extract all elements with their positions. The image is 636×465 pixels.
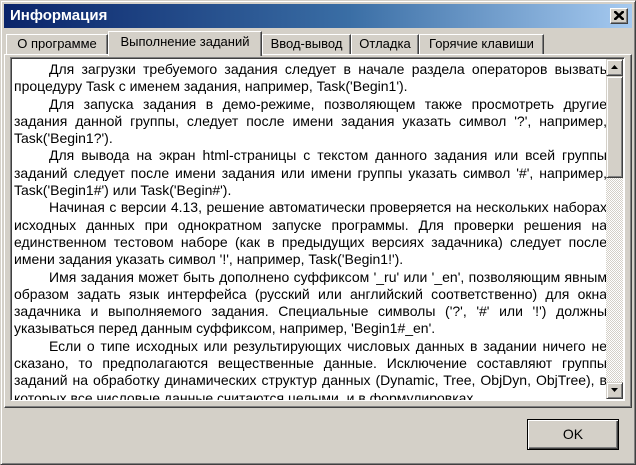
scroll-down-button[interactable] (606, 382, 623, 399)
tab-hotkeys[interactable]: Горячие клавиши (419, 34, 544, 54)
tab-panel: Для загрузки требуемого задания следует … (4, 54, 632, 408)
scroll-thumb[interactable] (606, 76, 623, 178)
vertical-scrollbar[interactable] (606, 59, 623, 399)
window-title: Информация (10, 7, 108, 24)
close-button[interactable] (610, 8, 628, 24)
help-paragraph: Начиная с версии 4.13, решение автоматич… (14, 199, 607, 268)
tab-input-output[interactable]: Ввод-вывод (262, 34, 351, 54)
help-paragraph: Если о типе исходных или результирующих … (14, 337, 607, 401)
tab-debugging[interactable]: Отладка (351, 34, 419, 54)
tab-strip: О программе Выполнение заданий Ввод-выво… (4, 31, 632, 56)
tab-about[interactable]: О программе (6, 34, 108, 54)
help-paragraph: Имя задания может быть дополнено суффикс… (14, 268, 607, 337)
help-text-area[interactable]: Для загрузки требуемого задания следует … (10, 57, 625, 401)
arrow-down-icon (611, 388, 618, 392)
help-paragraph: Для запуска задания в демо-режиме, позво… (14, 95, 607, 147)
title-bar[interactable]: Информация (4, 4, 632, 28)
ok-button[interactable]: OK (527, 419, 619, 450)
arrow-up-icon (611, 65, 618, 69)
info-dialog: Информация О программе Выполнение задани… (0, 0, 636, 465)
scroll-up-button[interactable] (606, 59, 623, 76)
help-text: Для загрузки требуемого задания следует … (14, 61, 607, 401)
tab-task-execution[interactable]: Выполнение заданий (108, 31, 262, 56)
help-paragraph: Для вывода на экран html-страницы с текс… (14, 147, 607, 199)
close-icon (614, 11, 624, 20)
help-paragraph: Для загрузки требуемого задания следует … (14, 61, 607, 95)
